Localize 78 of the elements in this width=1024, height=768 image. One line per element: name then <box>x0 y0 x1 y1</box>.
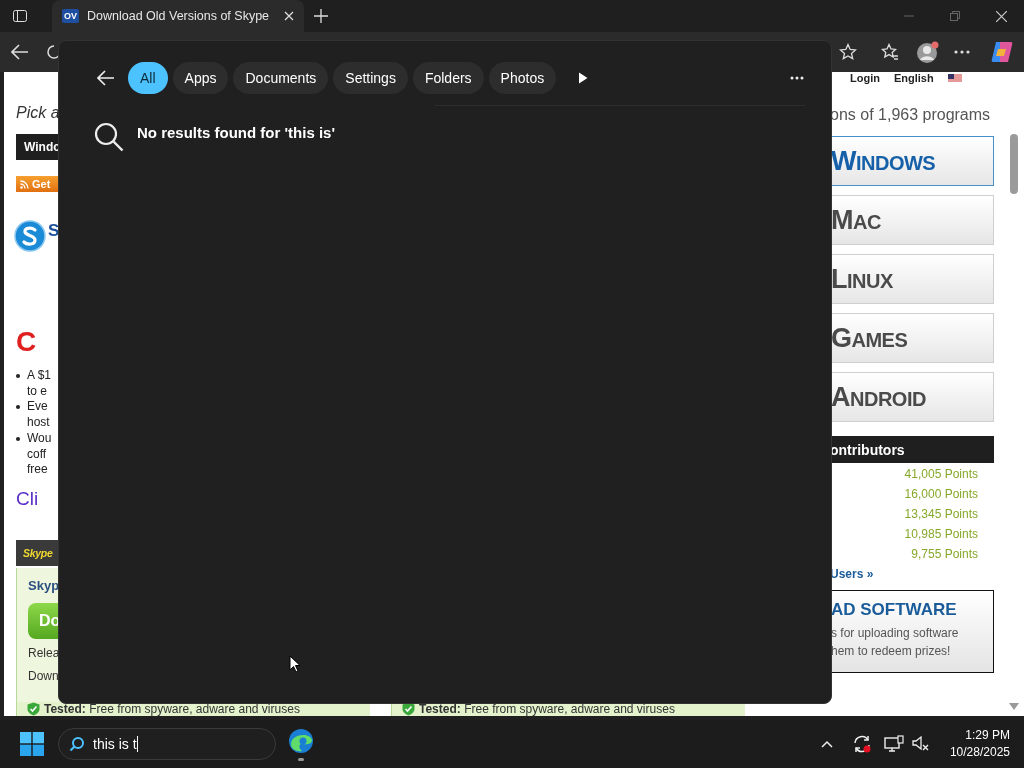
filter-tab[interactable]: Apps <box>172 62 229 94</box>
search-icon <box>94 122 124 152</box>
points-text: 9,755 Points <box>910 547 979 563</box>
filter-tab[interactable]: Folders <box>412 62 484 94</box>
back-arrow-icon[interactable] <box>11 44 29 60</box>
favorites-icon[interactable] <box>881 43 899 61</box>
scroll-thumb[interactable] <box>1010 134 1018 194</box>
close-icon[interactable] <box>284 11 294 21</box>
play-icon[interactable] <box>578 72 589 84</box>
back-arrow-icon[interactable] <box>97 70 115 86</box>
clock-date[interactable]: 10/28/2025 <box>949 744 1010 761</box>
bullet-dot <box>16 374 20 378</box>
browser-logo-icon <box>288 727 314 754</box>
bullet-text: A $1 to e <box>27 368 52 400</box>
filter-tab[interactable]: Documents <box>233 62 329 94</box>
chevron-up-icon[interactable] <box>820 740 833 748</box>
points-text: 13,345 Points <box>903 507 979 523</box>
detail-text: Down <box>28 667 59 685</box>
speaker-muted-icon[interactable] <box>911 735 930 753</box>
plus-icon[interactable] <box>314 9 328 23</box>
text-caret <box>136 736 138 752</box>
platform-button[interactable]: WINDOWS <box>830 136 994 186</box>
more-icon[interactable] <box>954 50 970 54</box>
bullet-text: Eve host <box>27 399 50 431</box>
points-text: 10,985 Points <box>903 527 979 543</box>
shield-check-icon <box>27 702 40 716</box>
copilot-icon[interactable] <box>990 40 1014 64</box>
clock-time[interactable]: 1:29 PM <box>965 727 1010 744</box>
platform-button[interactable]: GAMES <box>830 313 994 363</box>
app-logo-icon <box>14 220 46 252</box>
mouse-pointer-icon <box>289 655 301 673</box>
tab-title: Download Old Versions of Skype <box>87 9 271 23</box>
taskbar-search-field[interactable]: this is t <box>58 728 276 760</box>
platform-button[interactable]: MAC <box>830 195 994 245</box>
no-results-message: No results found for 'this is' <box>137 123 335 141</box>
upload-title: AD SOFTWARE <box>831 600 958 620</box>
tested-text: Tested: Free from spyware, adware and viruses <box>44 702 300 716</box>
sidebar-icon[interactable] <box>12 8 28 24</box>
platform-button[interactable]: ANDROID <box>830 372 994 422</box>
sync-icon[interactable] <box>851 734 872 754</box>
flag-icon <box>947 73 962 83</box>
product-title: Skyp <box>28 577 60 593</box>
bullet-text: Wou coff free <box>27 430 52 478</box>
start-icon[interactable] <box>20 732 44 756</box>
points-text: 16,000 Points <box>903 487 979 503</box>
app-title: S <box>48 220 60 242</box>
monitor-icon[interactable] <box>883 735 904 753</box>
site-favicon: OV <box>62 9 79 23</box>
contributors-title: ontributors <box>830 441 905 458</box>
scrollbar[interactable] <box>1004 72 1024 716</box>
scroll-down-icon[interactable] <box>1009 703 1019 710</box>
filter-tab[interactable]: Settings <box>333 62 408 94</box>
browser-tab[interactable]: OV Download Old Versions of Skype <box>52 0 304 32</box>
bullet-dot <box>16 436 20 441</box>
platform-button[interactable]: LINUX <box>830 254 994 304</box>
running-indicator <box>298 757 304 761</box>
filter-tab[interactable]: All <box>128 62 168 94</box>
upload-text: s for uploading software hem to redeem prizes! <box>831 625 960 660</box>
category-label: Windc <box>24 140 60 154</box>
detail-text: Relea <box>28 644 60 662</box>
login-link[interactable]: Login <box>850 72 880 84</box>
rss-icon <box>20 179 29 189</box>
more-icon[interactable] <box>790 76 804 80</box>
search-value: this is t <box>93 736 137 752</box>
profile-avatar-icon[interactable] <box>916 40 940 64</box>
bullet-dot <box>16 405 20 410</box>
section-title: Skype <box>23 546 53 559</box>
promo-link[interactable]: Cli <box>16 487 39 510</box>
star-icon[interactable] <box>839 43 857 61</box>
restore-icon[interactable] <box>950 11 960 21</box>
filter-tab[interactable]: Photos <box>488 62 557 94</box>
close-window-icon[interactable] <box>996 10 1007 22</box>
language-link[interactable]: English <box>893 72 934 84</box>
search-icon <box>69 736 85 752</box>
headline: C <box>16 326 37 358</box>
refresh-icon[interactable] <box>47 44 61 60</box>
points-text: 41,005 Points <box>903 467 979 483</box>
tested-text: Tested: Free from spyware, adware and viruses <box>419 702 675 716</box>
